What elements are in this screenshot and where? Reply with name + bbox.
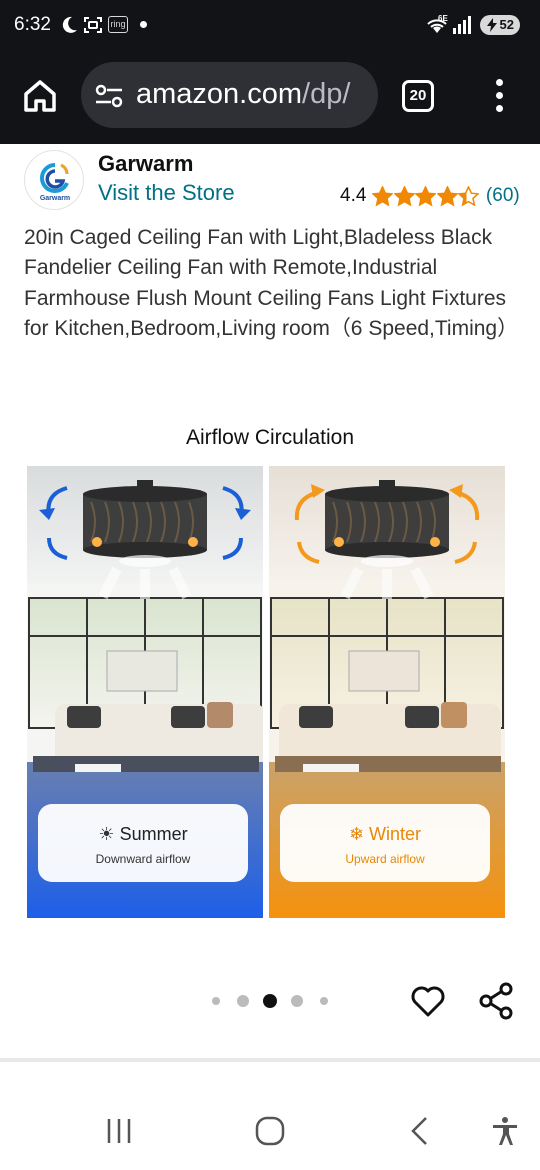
gallery-heading: Airflow Circulation <box>185 426 355 449</box>
pagination-dot[interactable] <box>212 997 220 1005</box>
url-text[interactable]: amazon.com/dp/ <box>136 78 350 111</box>
rating-count-link[interactable]: (60) <box>486 185 520 207</box>
logo-text: Garwarm <box>40 195 70 202</box>
star-icon <box>393 185 415 206</box>
winter-subtitle: Upward airflow <box>345 852 425 866</box>
summer-subtitle: Downward airflow <box>95 852 191 866</box>
more-vert-icon[interactable] <box>488 79 512 113</box>
share-icon[interactable] <box>478 982 514 1020</box>
accessibility-icon[interactable] <box>488 1114 522 1148</box>
rating-summary[interactable]: 4.4 (60) <box>340 183 520 209</box>
home-nav-icon[interactable] <box>253 1114 287 1148</box>
home-icon[interactable] <box>20 76 60 116</box>
address-bar[interactable]: amazon.com/dp/ <box>81 62 378 128</box>
signal-icon <box>453 16 471 34</box>
winter-title: ❄ Winter <box>280 824 490 845</box>
battery-level: 52 <box>499 17 514 32</box>
rating-value: 4.4 <box>340 185 367 206</box>
browser-chrome: 6:32 ring 6E 52 amazon.com/dp/ 20 <box>0 0 540 144</box>
winter-mode-card: ❄ Winter Upward airflow <box>280 804 490 882</box>
summer-panel: ☀ Summer Downward airflow <box>27 466 263 918</box>
summer-title-text: Summer <box>119 824 188 844</box>
winter-title-text: Winter <box>369 824 422 844</box>
summer-title: ☀ Summer <box>38 824 248 845</box>
product-image-gallery[interactable]: Airflow Circulation ☀ Summer Downward ai… <box>0 420 540 940</box>
screen-scan-icon <box>84 17 102 33</box>
battery-icon: 52 <box>480 15 520 35</box>
tabs-icon[interactable]: 20 <box>402 80 434 112</box>
product-title: 20in Caged Ceiling Fan with Light,Bladel… <box>24 226 519 341</box>
back-icon[interactable] <box>404 1114 438 1148</box>
star-icon <box>415 185 437 206</box>
rating-stars <box>372 185 480 207</box>
star-icon <box>458 185 480 206</box>
snowflake-icon: ❄ <box>348 824 365 844</box>
status-time: 6:32 <box>14 14 51 35</box>
gallery-pagination[interactable] <box>206 993 336 1009</box>
section-divider <box>0 1058 540 1062</box>
star-icon <box>372 185 394 206</box>
ceiling-fan-image <box>325 480 449 567</box>
garwarm-logo-icon: Garwarm <box>40 163 70 202</box>
pagination-dot[interactable] <box>320 997 328 1005</box>
url-path: /dp/ <box>302 78 351 110</box>
pagination-dot[interactable] <box>291 995 303 1007</box>
site-settings-icon[interactable] <box>95 84 123 108</box>
star-icon <box>436 185 458 206</box>
winter-panel: ❄ Winter Upward airflow <box>269 466 505 918</box>
system-nav-bar <box>0 1088 540 1170</box>
pagination-dot[interactable] <box>237 995 249 1007</box>
url-host: amazon.com <box>136 78 303 110</box>
moon-icon <box>62 16 77 33</box>
status-bar: 6:32 ring 6E 52 <box>0 0 540 50</box>
network-type-label: 6E <box>438 14 448 23</box>
heart-icon[interactable] <box>410 983 446 1019</box>
summer-mode-card: ☀ Summer Downward airflow <box>38 804 248 882</box>
recent-apps-icon[interactable] <box>102 1114 136 1148</box>
notification-dot-icon <box>140 21 147 28</box>
sun-icon: ☀ <box>98 824 115 844</box>
ceiling-fan-image <box>83 480 207 567</box>
pagination-dot-active[interactable] <box>263 994 277 1008</box>
brand-name: Garwarm <box>98 151 194 176</box>
visit-store-link[interactable]: Visit the Store <box>98 180 235 206</box>
store-logo[interactable]: Garwarm <box>24 150 84 210</box>
ring-app-icon: ring <box>108 16 128 33</box>
